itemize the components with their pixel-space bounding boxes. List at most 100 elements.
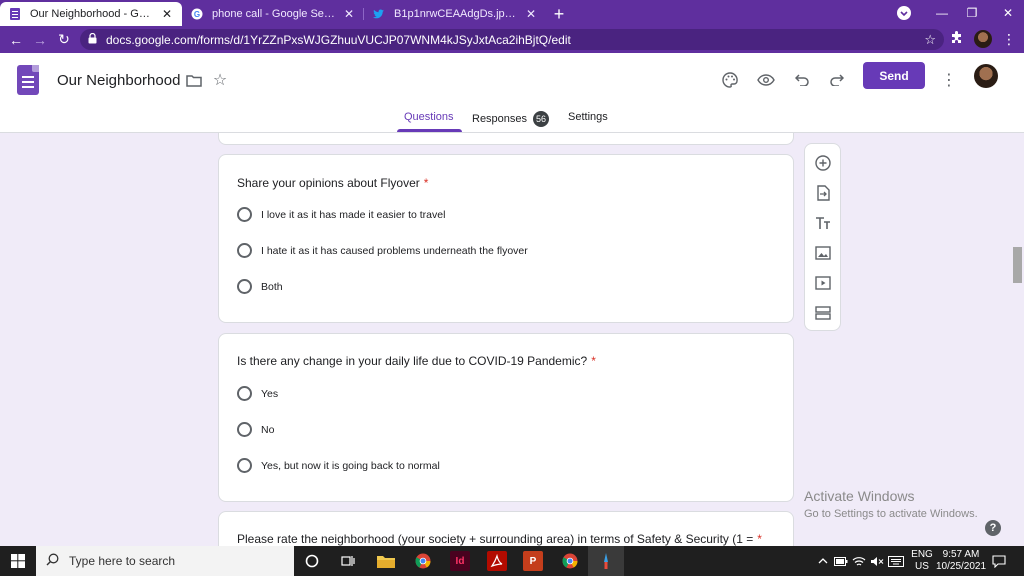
forward-arrow-icon[interactable]: → [28,32,52,48]
lock-icon [88,32,98,47]
option-label: No [261,423,275,436]
profile-avatar-small[interactable] [974,30,992,48]
taskbar-search-box[interactable]: Type here to search [36,546,294,576]
tab-title: B1p1nrwCEAAdgDs.jpg (575×1024) [394,8,518,20]
add-section-icon[interactable] [813,303,833,323]
radio-button[interactable] [237,207,252,222]
preview-eye-icon[interactable] [755,69,777,91]
add-question-icon[interactable] [813,153,833,173]
keyboard-icon[interactable] [888,546,904,576]
search-placeholder: Type here to search [69,554,176,568]
window-close-icon[interactable]: ✕ [1000,0,1016,26]
watermark-line1: Activate Windows [804,488,915,504]
svg-text:G: G [194,10,200,19]
minimize-icon[interactable]: — [934,0,950,26]
option-label: I hate it as it has caused problems unde… [261,244,528,257]
move-to-folder-icon[interactable] [183,69,205,91]
question-card[interactable]: Share your opinions about Flyover * I lov… [218,154,794,323]
google-forms-logo-icon[interactable] [17,65,39,95]
star-icon[interactable]: ☆ [209,69,231,91]
radio-button[interactable] [237,458,252,473]
tab-search-chevron-icon[interactable] [896,0,912,26]
browser-tab-image[interactable]: B1p1nrwCEAAdgDs.jpg (575×1024) ✕ [364,2,546,26]
question-title-text: Is there any change in your daily life d… [237,354,588,368]
url-omnibox[interactable]: docs.google.com/forms/d/1YrZZnPxsWJGZhuu… [80,29,944,50]
bookmark-star-icon[interactable]: ☆ [924,32,936,48]
tab-settings[interactable]: Settings [568,111,608,123]
chrome-icon[interactable] [413,551,433,571]
show-hidden-icons-chevron[interactable] [818,546,828,576]
import-questions-icon[interactable] [813,183,833,203]
help-question-icon[interactable]: ? [985,520,1001,536]
battery-icon[interactable] [834,546,848,576]
undo-icon[interactable] [791,69,813,91]
radio-option[interactable]: I hate it as it has caused problems unde… [237,243,528,258]
question-title[interactable]: Is there any change in your daily life d… [237,354,596,368]
volume-muted-icon[interactable] [870,546,884,576]
acrobat-icon[interactable] [487,551,507,571]
forms-header: Our Neighborhood ☆ Send ⋮ Questions Resp… [0,53,1024,133]
add-video-icon[interactable] [813,273,833,293]
windows-start-icon[interactable] [0,546,36,576]
form-title[interactable]: Our Neighborhood [57,72,180,89]
radio-option[interactable]: Both [237,279,283,294]
responses-count-badge: 56 [533,111,550,127]
tab-responses[interactable]: Responses 56 [472,111,550,127]
tab-questions[interactable]: Questions [404,111,454,123]
add-title-icon[interactable] [813,213,833,233]
back-arrow-icon[interactable]: ← [4,32,28,48]
tab-label: Settings [568,111,608,123]
question-title[interactable]: Please rate the neighborhood (your socie… [237,532,762,546]
browser-tab-search[interactable]: G phone call - Google Search ✕ [182,2,364,26]
system-clock[interactable]: 9:57 AM 10/25/2021 [936,549,986,573]
cortana-icon[interactable] [302,551,322,571]
previous-question-card[interactable] [218,133,794,145]
profile-avatar[interactable] [974,64,998,88]
radio-button[interactable] [237,243,252,258]
more-options-icon[interactable]: ⋮ [938,69,960,91]
question-card[interactable]: Please rate the neighborhood (your socie… [218,511,794,546]
browser-tab-forms[interactable]: Our Neighborhood - Google Forms ✕ [0,2,182,26]
restore-icon[interactable]: ❐ [964,0,980,26]
browser-toolbar-right: ⋮ [951,30,1016,48]
page-scrollbar-thumb[interactable] [1013,247,1022,283]
notifications-icon[interactable] [992,546,1006,576]
palette-icon[interactable] [719,69,741,91]
indesign-icon[interactable]: Id [450,551,470,571]
required-asterisk: * [591,354,596,368]
add-image-icon[interactable] [813,243,833,263]
radio-button[interactable] [237,422,252,437]
redo-icon[interactable] [826,69,848,91]
close-icon[interactable]: ✕ [524,7,538,21]
tab-label: Responses [472,113,528,125]
question-title[interactable]: Share your opinions about Flyover * [237,176,428,190]
clock-time: 9:57 AM [942,549,980,560]
more-vert-icon[interactable]: ⋮ [1002,31,1016,48]
google-g-icon: G [190,7,204,21]
clock-date: 10/25/2021 [936,561,987,572]
extensions-puzzle-icon[interactable] [951,31,964,47]
new-tab-plus-icon[interactable]: + [546,2,572,26]
powerpoint-icon[interactable]: P [523,551,543,571]
close-icon[interactable]: ✕ [342,7,356,21]
radio-option[interactable]: I love it as it has made it easier to tr… [237,207,445,222]
reload-icon[interactable]: ↻ [52,31,76,48]
twitter-bird-icon [372,7,386,21]
radio-option[interactable]: No [237,422,274,437]
radio-button[interactable] [237,279,252,294]
address-bar-row: ← → ↻ docs.google.com/forms/d/1YrZZnPxsW… [0,26,1024,53]
file-explorer-icon[interactable] [376,551,396,571]
radio-button[interactable] [237,386,252,401]
input-language[interactable]: ENG US [910,549,934,573]
form-tabs: Questions Responses 56 Settings [0,111,1024,133]
chrome-icon-2[interactable] [560,551,580,571]
option-label: I love it as it has made it easier to tr… [261,208,446,221]
paint-app-icon[interactable] [596,551,616,571]
radio-option[interactable]: Yes [237,386,278,401]
question-card[interactable]: Is there any change in your daily life d… [218,333,794,502]
wifi-icon[interactable] [852,546,866,576]
send-button[interactable]: Send [863,62,925,89]
task-view-icon[interactable] [338,551,358,571]
close-icon[interactable]: ✕ [160,7,174,21]
radio-option[interactable]: Yes, but now it is going back to normal [237,458,440,473]
